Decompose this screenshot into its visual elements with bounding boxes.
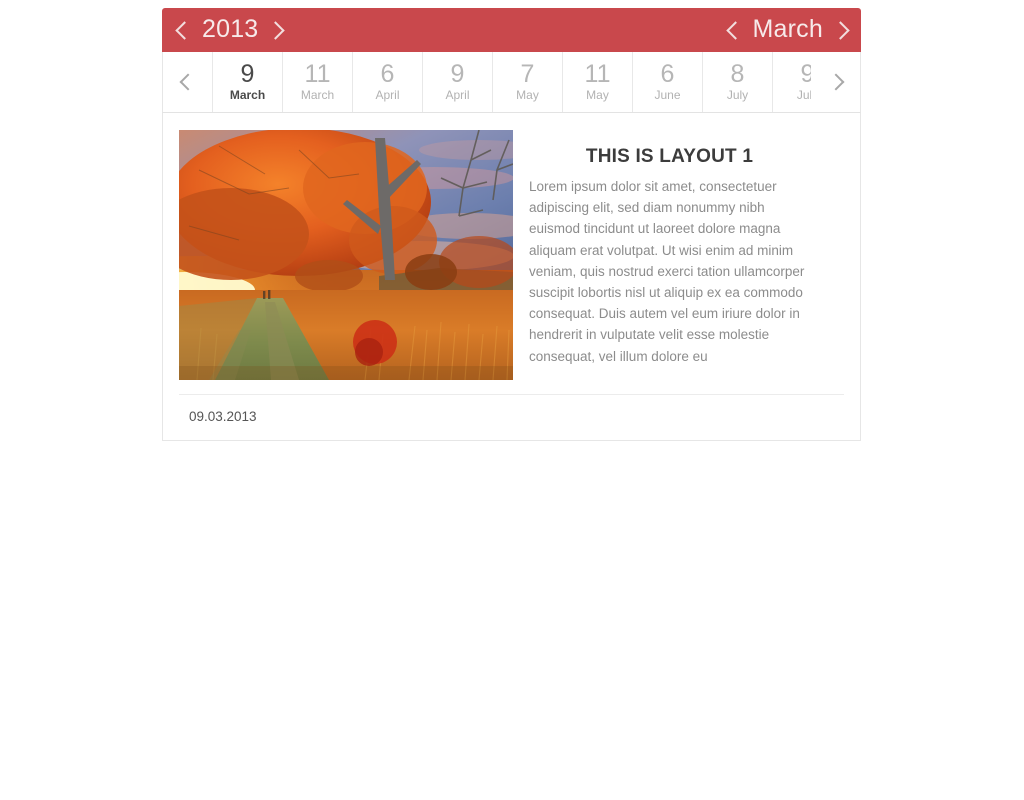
- date-cell-day: 9: [240, 60, 255, 88]
- chevron-left-icon: [179, 73, 196, 91]
- date-strip-track: 9 March 11 March 6 April 9 April 7 May 1…: [163, 52, 842, 112]
- autumn-forest-path-sunset-photo: [179, 130, 513, 380]
- year-label: 2013: [202, 14, 259, 43]
- date-cell-day: 11: [304, 60, 331, 88]
- date-cell-month: July: [726, 88, 749, 102]
- date-cell-5[interactable]: 11 May: [562, 52, 632, 112]
- date-cell-month: May: [586, 88, 609, 102]
- date-strip-next-button[interactable]: [811, 52, 860, 112]
- date-cell-6[interactable]: 6 June: [632, 52, 702, 112]
- date-cell-day: 8: [730, 60, 745, 88]
- date-cell-month: June: [654, 88, 681, 102]
- event-title: THIS IS LAYOUT 1: [585, 146, 754, 167]
- date-cell-day: 11: [584, 60, 611, 88]
- date-cell-month: April: [375, 88, 400, 102]
- date-cell-1[interactable]: 11 March: [282, 52, 352, 112]
- chevron-left-icon[interactable]: [175, 20, 194, 40]
- date-cell-month: March: [229, 88, 266, 102]
- chevron-right-icon[interactable]: [266, 20, 286, 40]
- date-strip-prev-button[interactable]: [163, 52, 212, 112]
- month-navigator: March: [725, 14, 850, 44]
- event-description: Lorem ipsum dolor sit amet, consectetuer…: [529, 179, 805, 364]
- date-cell-day: 6: [660, 60, 675, 88]
- chevron-left-icon[interactable]: [725, 20, 745, 40]
- month-label: March: [752, 14, 823, 43]
- date-cell-day: 6: [380, 60, 395, 88]
- date-cell-7[interactable]: 8 July: [702, 52, 772, 112]
- chevron-right-icon: [827, 73, 844, 91]
- date-strip: 9 March 11 March 6 April 9 April 7 May 1…: [162, 52, 861, 113]
- date-cell-day: 7: [520, 60, 535, 88]
- chevron-right-icon[interactable]: [831, 20, 850, 40]
- date-cell-2[interactable]: 6 April: [352, 52, 422, 112]
- event-photo: [179, 130, 513, 380]
- date-cell-month: March: [300, 88, 335, 102]
- date-cell-month: April: [445, 88, 470, 102]
- date-cell-3[interactable]: 9 April: [422, 52, 492, 112]
- event-entry: THIS IS LAYOUT 1 Lorem ipsum dolor sit a…: [179, 130, 844, 380]
- event-footer: 09.03.2013: [179, 394, 844, 440]
- event-text-column: THIS IS LAYOUT 1 Lorem ipsum dolor sit a…: [513, 130, 844, 367]
- date-cell-month: May: [516, 88, 539, 102]
- year-navigator: 2013: [175, 14, 286, 44]
- date-cell-0[interactable]: 9 March: [212, 52, 282, 112]
- date-cell-day: 9: [450, 60, 465, 88]
- calendar-body: THIS IS LAYOUT 1 Lorem ipsum dolor sit a…: [162, 113, 861, 441]
- date-cell-4[interactable]: 7 May: [492, 52, 562, 112]
- event-calendar-widget: 2013 March 9 March 11 March 6 April 9 Ap…: [162, 8, 861, 441]
- event-date: 09.03.2013: [189, 409, 257, 424]
- calendar-header: 2013 March: [162, 8, 861, 52]
